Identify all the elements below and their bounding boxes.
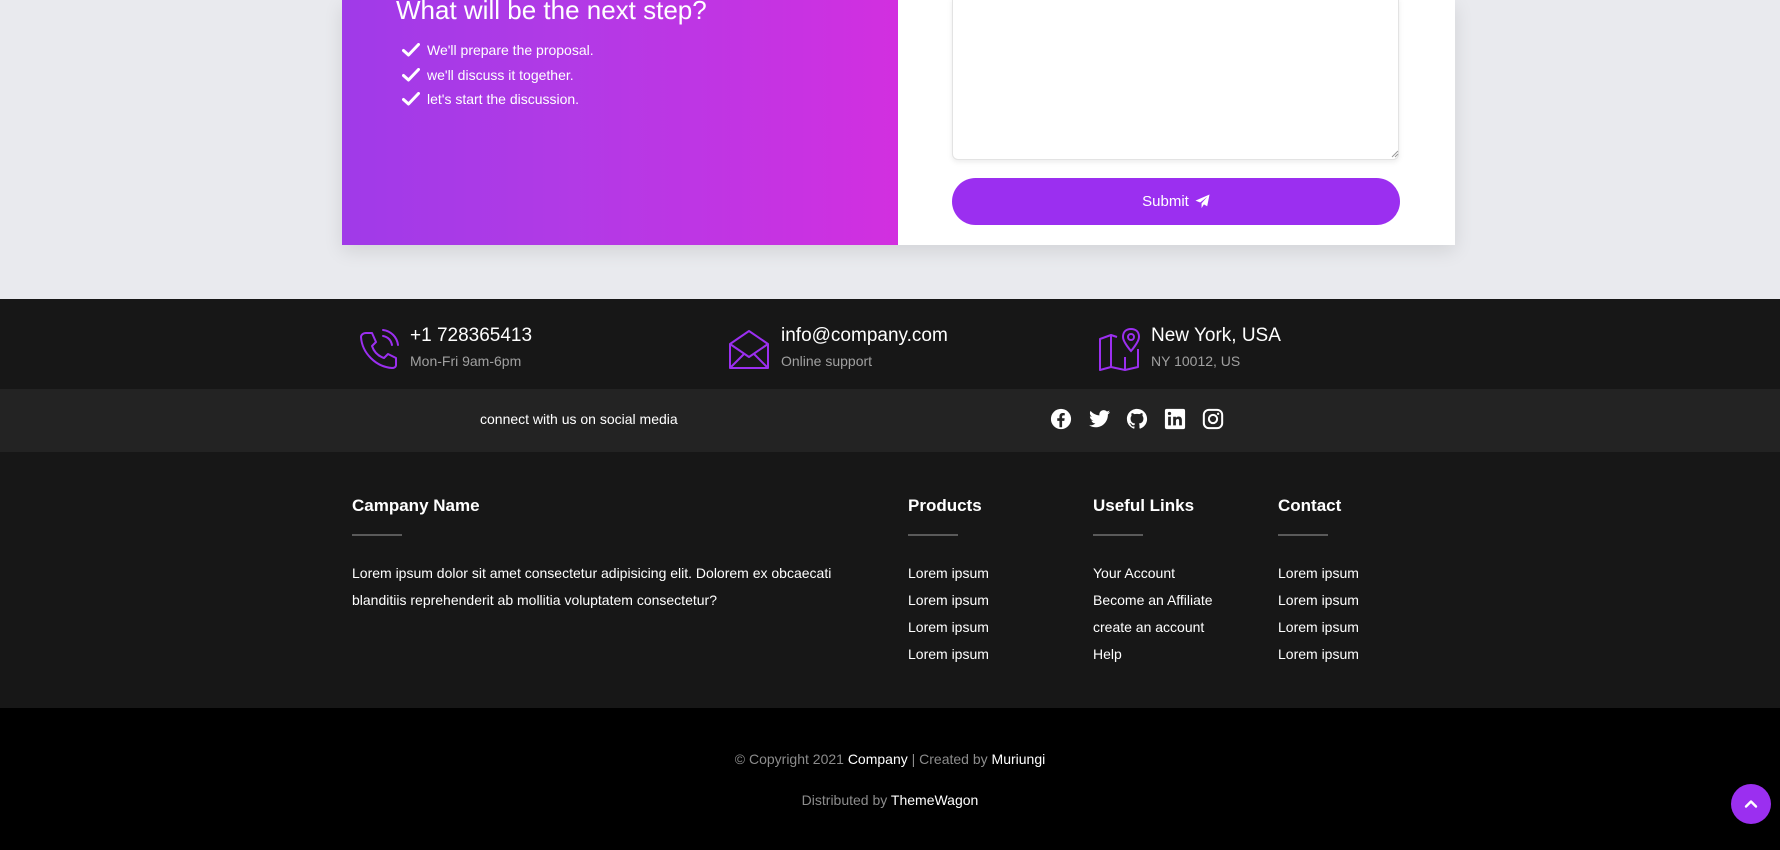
social-strip: connect with us on social media	[0, 389, 1780, 452]
next-steps-heading: What will be the next step?	[396, 0, 707, 25]
paper-plane-icon	[1195, 194, 1210, 209]
footer: Campany Name Lorem ipsum dolor sit amet …	[0, 452, 1780, 708]
divider	[1278, 534, 1328, 536]
footer-useful-links-title: Useful Links	[1093, 496, 1195, 515]
next-steps-list: We'll prepare the proposal. we'll discus…	[402, 38, 594, 112]
copyright-text: © Copyright 2021	[734, 751, 844, 767]
location-zip: NY 10012, US	[1151, 353, 1241, 369]
footer-contact-link[interactable]: Lorem ipsum	[1278, 641, 1359, 668]
next-step-item: let's start the discussion.	[402, 87, 594, 112]
footer-products-link[interactable]: Lorem ipsum	[908, 587, 989, 614]
footer-products-title: Products	[908, 496, 982, 515]
footer-products-link[interactable]: Lorem ipsum	[908, 641, 989, 668]
distributed-by-text: Distributed by	[801, 792, 888, 808]
phone-icon	[360, 329, 399, 369]
divider	[352, 534, 402, 536]
footer-contact-column: Contact Lorem ipsum Lorem ipsum Lorem ip…	[1278, 494, 1359, 668]
chevron-up-icon	[1744, 800, 1758, 808]
email-address: info@company.com	[781, 325, 948, 346]
footer-products-link[interactable]: Lorem ipsum	[908, 614, 989, 641]
divider	[1093, 534, 1143, 536]
next-steps-panel: What will be the next step? We'll prepar…	[342, 0, 898, 245]
phone-hours: Mon-Fri 9am-6pm	[410, 353, 522, 369]
twitter-icon[interactable]	[1088, 408, 1111, 430]
next-step-item: We'll prepare the proposal.	[402, 38, 594, 63]
location-info: New York, USA NY 10012, US	[1097, 323, 1281, 371]
footer-link-help[interactable]: Help	[1093, 641, 1213, 668]
facebook-icon[interactable]	[1050, 408, 1072, 430]
next-step-text: We'll prepare the proposal.	[427, 42, 594, 59]
map-pin-icon	[1099, 327, 1141, 371]
company-link[interactable]: Company	[848, 751, 908, 767]
email-info: info@company.com Online support	[727, 323, 948, 371]
instagram-icon[interactable]	[1202, 408, 1224, 430]
social-icons	[1050, 408, 1224, 430]
check-icon	[402, 67, 420, 82]
github-icon[interactable]	[1126, 408, 1148, 430]
check-icon	[402, 92, 420, 106]
footer-link-become-affiliate[interactable]: Become an Affiliate	[1093, 587, 1213, 614]
created-by-text: | Created by	[911, 751, 988, 767]
footer-link-your-account[interactable]: Your Account	[1093, 560, 1213, 587]
next-step-text: let's start the discussion.	[427, 91, 580, 108]
social-connect-text: connect with us on social media	[480, 411, 678, 427]
footer-useful-links-column: Useful Links Your Account Become an Affi…	[1093, 494, 1213, 668]
linkedin-icon[interactable]	[1164, 408, 1186, 430]
footer-company-title: Campany Name	[352, 496, 480, 515]
envelope-icon	[729, 330, 769, 369]
back-to-top-button[interactable]	[1731, 784, 1771, 824]
divider	[908, 534, 958, 536]
phone-info: +1 728365413 Mon-Fri 9am-6pm	[356, 323, 532, 371]
footer-contact-link[interactable]: Lorem ipsum	[1278, 560, 1359, 587]
distributed-line: Distributed by ThemeWagon	[0, 792, 1780, 808]
contact-form: Submit	[898, 0, 1455, 245]
phone-number: +1 728365413	[410, 325, 533, 346]
email-support: Online support	[781, 353, 873, 369]
copyright-bar: © Copyright 2021 Company | Created by Mu…	[0, 708, 1780, 850]
check-icon	[402, 43, 420, 57]
footer-contact-title: Contact	[1278, 496, 1342, 515]
footer-products-link[interactable]: Lorem ipsum	[908, 560, 989, 587]
footer-contact-link[interactable]: Lorem ipsum	[1278, 614, 1359, 641]
contact-info-strip: +1 728365413 Mon-Fri 9am-6pm info@compan…	[0, 299, 1780, 389]
next-step-item: we'll discuss it together.	[402, 63, 594, 88]
message-textarea[interactable]	[952, 0, 1399, 160]
footer-link-create-account[interactable]: create an account	[1093, 614, 1213, 641]
copyright-line: © Copyright 2021 Company | Created by Mu…	[0, 751, 1780, 767]
footer-products-column: Products Lorem ipsum Lorem ipsum Lorem i…	[908, 494, 989, 668]
location-city: New York, USA	[1151, 325, 1281, 346]
submit-button[interactable]: Submit	[952, 178, 1400, 225]
contact-card: What will be the next step? We'll prepar…	[342, 0, 1455, 245]
next-step-text: we'll discuss it together.	[427, 66, 574, 83]
distributor-link[interactable]: ThemeWagon	[891, 792, 978, 808]
footer-company-text: Lorem ipsum dolor sit amet consectetur a…	[352, 565, 832, 608]
author-link[interactable]: Muriungi	[992, 751, 1046, 767]
resize-handle-icon[interactable]	[1391, 150, 1399, 158]
submit-label: Submit	[1142, 193, 1189, 210]
footer-company-column: Campany Name Lorem ipsum dolor sit amet …	[352, 494, 882, 614]
footer-contact-link[interactable]: Lorem ipsum	[1278, 587, 1359, 614]
